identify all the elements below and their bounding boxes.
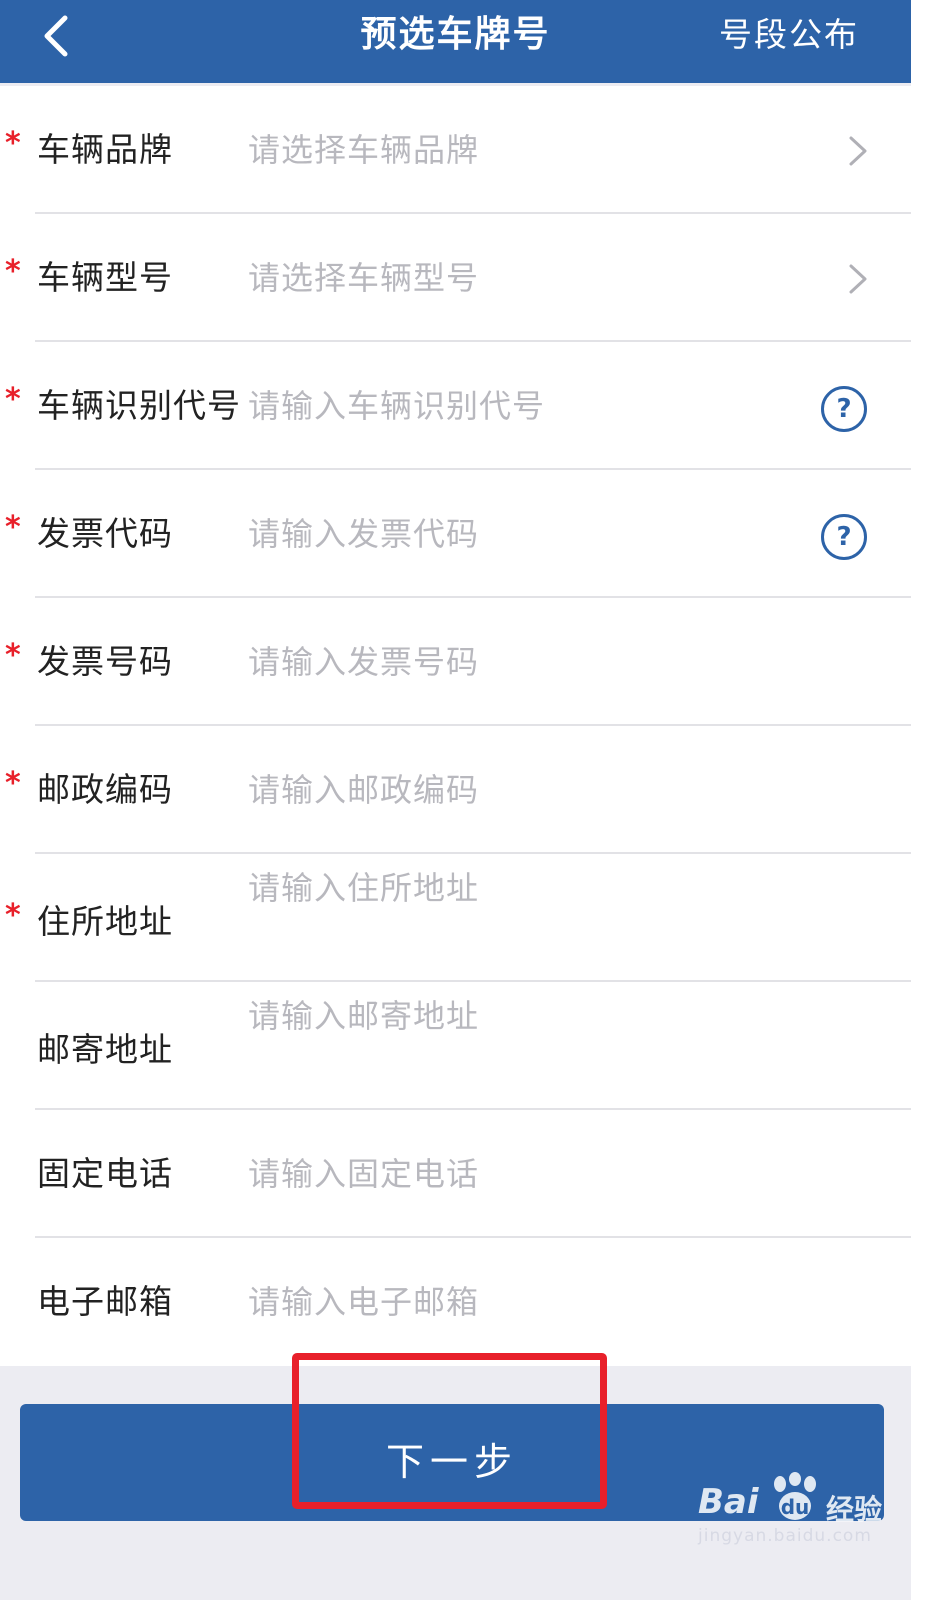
field-label: 邮政编码 xyxy=(37,770,173,809)
postal-code-input[interactable] xyxy=(248,726,808,854)
chevron-right-icon[interactable] xyxy=(843,262,873,296)
form-row-model[interactable]: * 车辆型号 请选择车辆型号 xyxy=(0,214,911,342)
invoice-number-input[interactable] xyxy=(248,598,808,726)
required-mark: * xyxy=(5,766,21,801)
form-row-vin: * 车辆识别代号 ? xyxy=(0,342,911,470)
form-row-invoice-number: * 发票号码 xyxy=(0,598,911,726)
app-screen: 预选车牌号 号段公布 * 车辆品牌 请选择车辆品牌 * 车辆型号 请选择车辆型号… xyxy=(0,0,911,1600)
number-segment-button[interactable]: 号段公布 xyxy=(719,0,859,70)
question-mark-icon[interactable]: ? xyxy=(821,514,867,560)
screen-edge xyxy=(911,0,930,1600)
required-mark: * xyxy=(5,638,21,673)
form-row-email: 电子邮箱 xyxy=(0,1238,911,1366)
invoice-code-input[interactable] xyxy=(248,470,808,598)
field-label: 邮寄地址 xyxy=(37,1030,173,1069)
field-label: 车辆型号 xyxy=(37,258,173,297)
mailing-address-textarea[interactable] xyxy=(248,996,808,1096)
form-row-brand[interactable]: * 车辆品牌 请选择车辆品牌 xyxy=(0,86,911,214)
form-row-postal-code: * 邮政编码 xyxy=(0,726,911,854)
watermark-url: jingyan.baidu.com xyxy=(698,1526,872,1546)
field-label: 发票号码 xyxy=(37,642,173,681)
chevron-right-icon[interactable] xyxy=(843,134,873,168)
form-row-residence-address: * 住所地址 xyxy=(0,854,911,982)
form-row-landline: 固定电话 xyxy=(0,1110,911,1238)
field-label: 电子邮箱 xyxy=(37,1282,173,1321)
landline-input[interactable] xyxy=(248,1110,808,1238)
residence-address-textarea[interactable] xyxy=(248,868,808,968)
email-input[interactable] xyxy=(248,1238,808,1366)
required-mark: * xyxy=(5,382,21,417)
required-mark: * xyxy=(5,126,21,161)
field-label: 固定电话 xyxy=(37,1154,173,1193)
required-mark: * xyxy=(5,898,21,933)
svg-text:du: du xyxy=(781,1495,810,1519)
brand-select[interactable]: 请选择车辆品牌 xyxy=(248,86,479,214)
watermark-logo-text: Bai xyxy=(698,1482,759,1522)
required-mark: * xyxy=(5,510,21,545)
nav-header: 预选车牌号 号段公布 xyxy=(0,0,911,83)
paw-icon: du xyxy=(774,1472,816,1520)
question-mark-icon[interactable]: ? xyxy=(821,386,867,432)
required-mark: * xyxy=(5,254,21,289)
model-select[interactable]: 请选择车辆型号 xyxy=(248,214,479,342)
form-row-invoice-code: * 发票代码 ? xyxy=(0,470,911,598)
vin-input[interactable] xyxy=(248,342,808,470)
field-label: 车辆品牌 xyxy=(37,130,173,169)
field-label: 车辆识别代号 xyxy=(37,386,241,425)
field-label: 住所地址 xyxy=(37,902,173,941)
baidu-jingyan-watermark: Bai du 经验 jingyan.baidu.com xyxy=(698,1468,898,1558)
watermark-cn-text: 经验 xyxy=(826,1493,883,1526)
field-label: 发票代码 xyxy=(37,514,173,553)
form-row-mailing-address: 邮寄地址 xyxy=(0,982,911,1110)
vehicle-info-form: * 车辆品牌 请选择车辆品牌 * 车辆型号 请选择车辆型号 * 车辆识别代号 ?… xyxy=(0,86,911,1366)
